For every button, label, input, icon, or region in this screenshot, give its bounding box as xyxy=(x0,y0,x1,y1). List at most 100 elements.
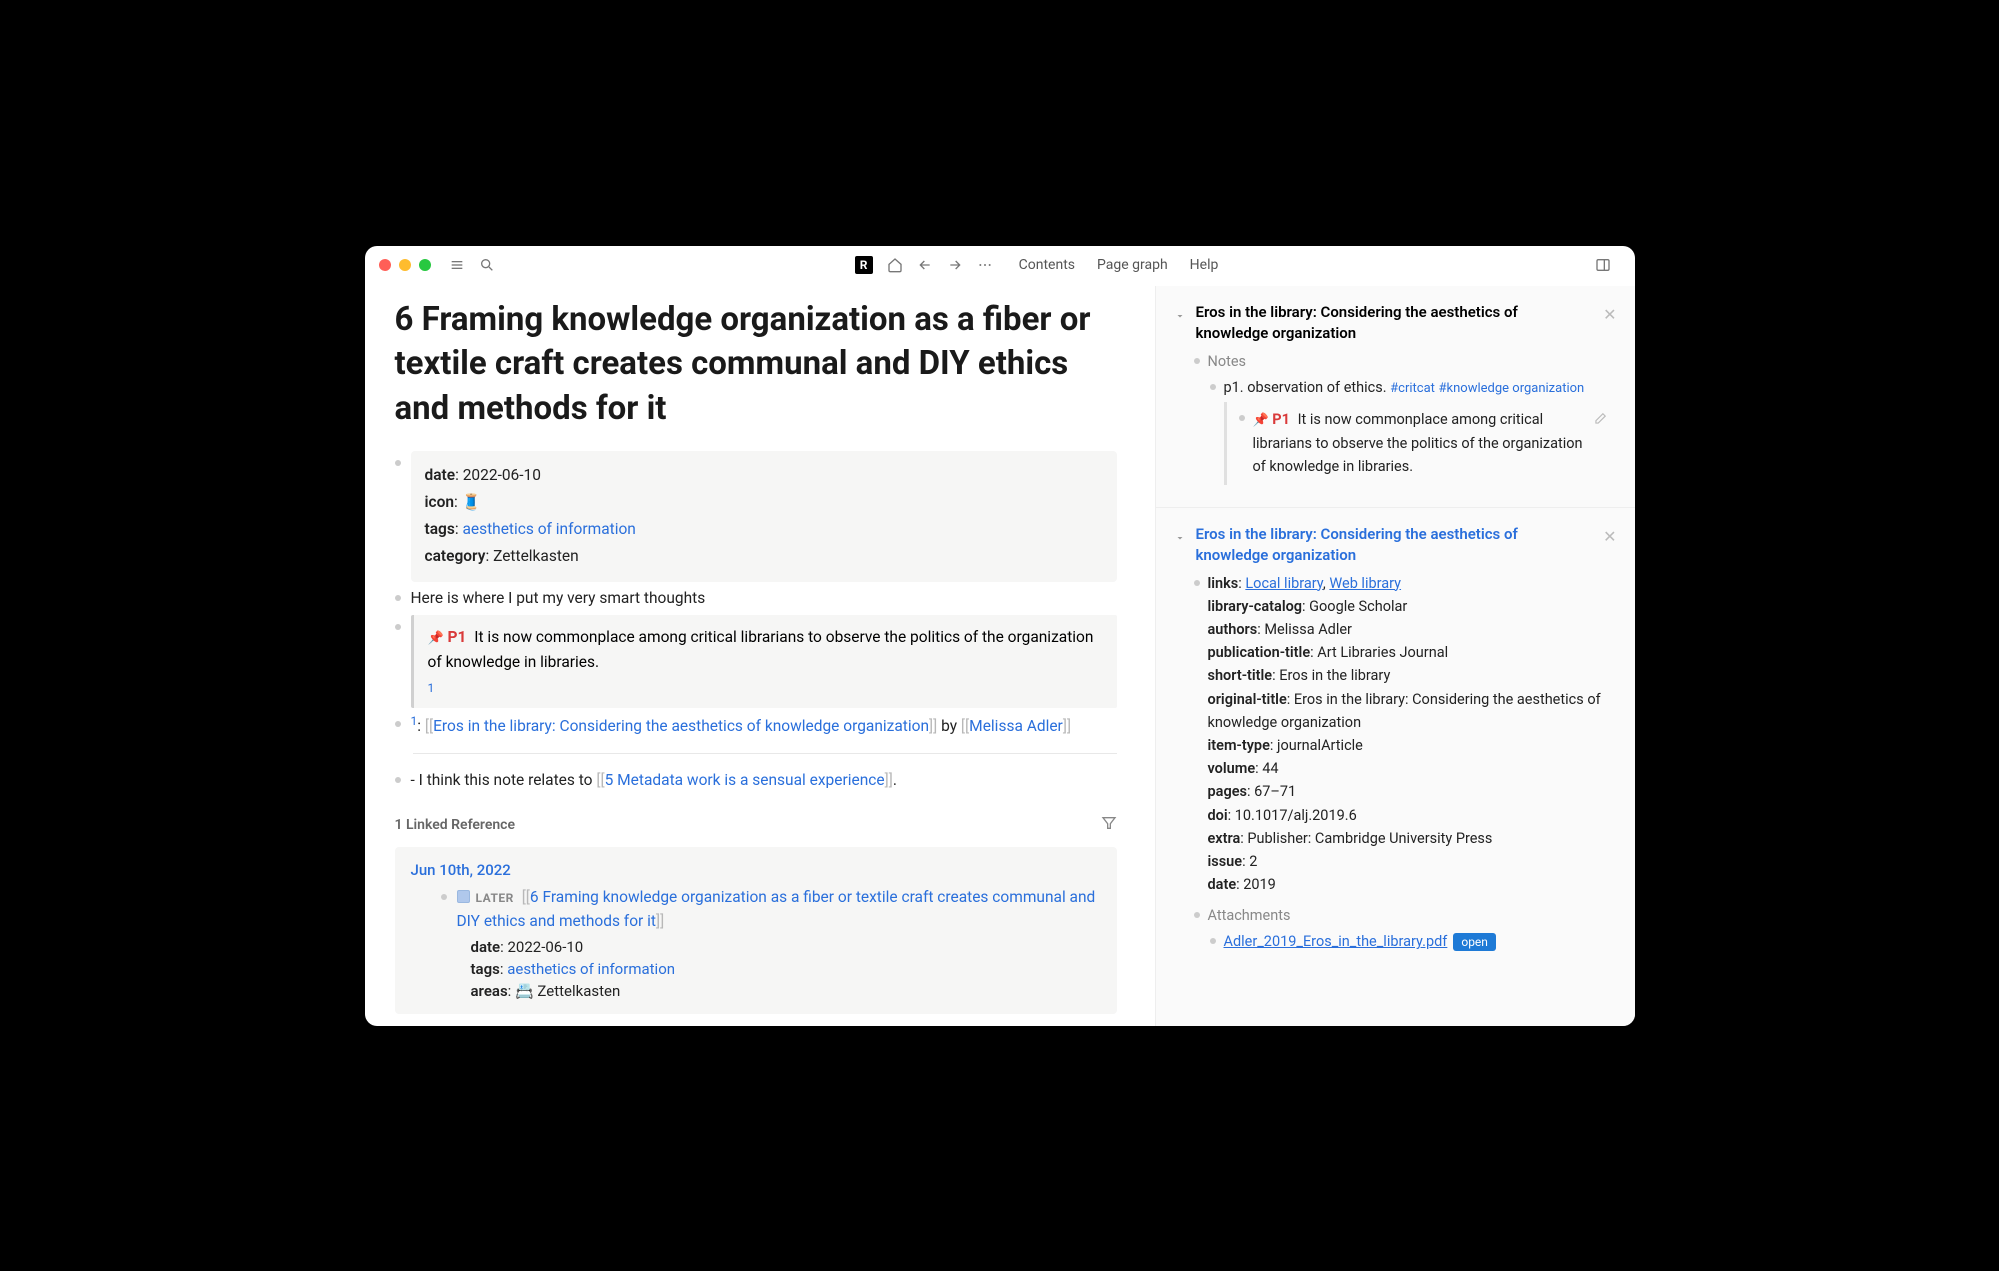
bullet-icon xyxy=(1194,358,1200,364)
rp-date-key: date xyxy=(1208,876,1237,893)
later-badge: LATER xyxy=(476,889,514,908)
pub-key: publication-title xyxy=(1208,644,1311,661)
hashtag-knowledge-org[interactable]: #knowledge organization xyxy=(1439,381,1585,396)
p1-label: P1 xyxy=(1272,411,1290,428)
notes-label: Notes xyxy=(1208,350,1247,373)
meta-block: date: 2022-06-10 icon: 🧵 tags: aesthetic… xyxy=(395,451,1117,582)
attachments-label: Attachments xyxy=(1208,904,1291,927)
linked-areas-key: areas xyxy=(471,982,508,1000)
orig-key: original-title xyxy=(1208,691,1287,708)
bullet-icon xyxy=(395,624,401,630)
relates-prefix: - I think this note relates to xyxy=(411,771,597,789)
p1-label: P1 xyxy=(448,628,467,646)
todo-checkbox[interactable] xyxy=(457,890,470,903)
titlebar: R Contents Page graph Help xyxy=(365,246,1635,286)
more-icon[interactable] xyxy=(977,257,993,273)
traffic-lights xyxy=(379,259,431,271)
relates-link[interactable]: 5 Metadata work is a sensual experience xyxy=(605,771,885,789)
edit-icon[interactable] xyxy=(1593,410,1607,433)
issue-key: issue xyxy=(1208,853,1243,870)
catalog-val: Google Scholar xyxy=(1309,598,1407,615)
right-menu: Contents Page graph Help xyxy=(1003,257,1235,273)
sidebar-card-notes: Eros in the library: Considering the aes… xyxy=(1156,286,1635,501)
close-window-button[interactable] xyxy=(379,259,391,271)
open-button[interactable]: open xyxy=(1453,933,1496,951)
attachment-link[interactable]: Adler_2019_Eros_in_the_library.pdf xyxy=(1224,933,1448,950)
footnote-ref[interactable]: 1 xyxy=(428,679,1103,698)
search-icon[interactable] xyxy=(479,257,495,273)
pages-key: pages xyxy=(1208,783,1247,800)
pub-val: Art Libraries Journal xyxy=(1317,644,1448,661)
p1-text: It is now commonplace among critical lib… xyxy=(1253,411,1583,475)
bullet-icon xyxy=(1194,912,1200,918)
short-val: Eros in the library xyxy=(1279,667,1390,684)
divider xyxy=(413,753,1117,754)
meta-category-key: category xyxy=(425,547,486,565)
linked-tags-key: tags xyxy=(471,960,500,978)
sidebar-card-title[interactable]: Eros in the library: Considering the aes… xyxy=(1196,302,1594,344)
menu-page-graph[interactable]: Page graph xyxy=(1097,257,1168,273)
main-pane[interactable]: 6 Framing knowledge organization as a fi… xyxy=(365,286,1155,1026)
authors-val: Melissa Adler xyxy=(1264,621,1352,638)
close-icon[interactable]: ✕ xyxy=(1603,305,1616,324)
type-val: journalArticle xyxy=(1277,737,1363,754)
bullet-icon xyxy=(441,894,447,900)
linked-date-link[interactable]: Jun 10th, 2022 xyxy=(411,861,1101,879)
right-sidebar[interactable]: Eros in the library: Considering the aes… xyxy=(1155,286,1635,1026)
meta-icon-value: 🧵 xyxy=(462,493,481,511)
sidebar-card-title-link[interactable]: Eros in the library: Considering the aes… xyxy=(1196,524,1594,566)
linked-header-text: 1 Linked Reference xyxy=(395,817,516,833)
author-link[interactable]: Melissa Adler xyxy=(969,717,1063,735)
callout-text: It is now commonplace among critical lib… xyxy=(428,628,1094,671)
page-title: 6 Framing knowledge organization as a fi… xyxy=(395,298,1117,432)
meta-tags-link[interactable]: aesthetics of information xyxy=(462,520,635,538)
filter-icon[interactable] xyxy=(1101,815,1117,835)
web-library-link[interactable]: Web library xyxy=(1329,575,1401,592)
body-text: Here is where I put my very smart though… xyxy=(411,586,706,611)
body-line: Here is where I put my very smart though… xyxy=(395,586,1117,611)
bullet-icon xyxy=(395,721,401,727)
back-icon[interactable] xyxy=(917,257,933,273)
meta-category-value: Zettelkasten xyxy=(493,547,579,565)
menu-contents[interactable]: Contents xyxy=(1019,257,1075,273)
panel-toggle-icon[interactable] xyxy=(1595,257,1611,273)
chevron-down-icon[interactable] xyxy=(1174,307,1186,326)
minimize-window-button[interactable] xyxy=(399,259,411,271)
home-icon[interactable] xyxy=(887,257,903,273)
meta-icon-key: icon xyxy=(425,493,455,511)
footnote-number: 1 xyxy=(411,714,418,728)
relates-suffix: . xyxy=(893,771,897,789)
rp-date-val: 2019 xyxy=(1243,876,1276,893)
pin-icon: 📌 xyxy=(428,631,444,646)
forward-icon[interactable] xyxy=(947,257,963,273)
sidebar-card-metadata: Eros in the library: Considering the aes… xyxy=(1156,507,1635,973)
linked-title-link[interactable]: 6 Framing knowledge organization as a fi… xyxy=(457,888,1096,931)
links-key: links xyxy=(1208,575,1239,592)
app-window: R Contents Page graph Help xyxy=(365,246,1635,1026)
vol-key: volume xyxy=(1208,760,1256,777)
maximize-window-button[interactable] xyxy=(419,259,431,271)
doi-key: doi xyxy=(1208,807,1228,824)
bullet-icon xyxy=(1210,938,1216,944)
meta-date-key: date xyxy=(425,466,456,484)
hashtag-critcat[interactable]: #critcat xyxy=(1390,381,1435,396)
type-key: item-type xyxy=(1208,737,1270,754)
by-text: by xyxy=(937,717,961,735)
local-library-link[interactable]: Local library xyxy=(1245,575,1323,592)
close-icon[interactable]: ✕ xyxy=(1603,527,1616,546)
hamburger-icon[interactable] xyxy=(449,257,465,273)
extra-val: Publisher: Cambridge University Press xyxy=(1247,830,1492,847)
linked-reference-block: Jun 10th, 2022 LATER [[6 Framing knowled… xyxy=(395,847,1117,1015)
app-logo[interactable]: R xyxy=(855,256,873,274)
relates-row: - I think this note relates to [[5 Metad… xyxy=(395,768,1117,793)
meta-date-value: 2022-06-10 xyxy=(463,466,541,484)
linked-tags-link[interactable]: aesthetics of information xyxy=(507,960,675,978)
linked-references-header[interactable]: 1 Linked Reference xyxy=(395,815,1117,835)
citation-link[interactable]: Eros in the library: Considering the aes… xyxy=(433,717,929,735)
bullet-icon xyxy=(1239,415,1245,421)
linked-areas-val: 📇 Zettelkasten xyxy=(515,982,620,1000)
menu-help[interactable]: Help xyxy=(1190,257,1219,273)
chevron-down-icon[interactable] xyxy=(1174,529,1186,548)
doi-val: 10.1017/alj.2019.6 xyxy=(1235,807,1357,824)
callout-block: 📌 P1 It is now commonplace among critica… xyxy=(395,615,1117,708)
